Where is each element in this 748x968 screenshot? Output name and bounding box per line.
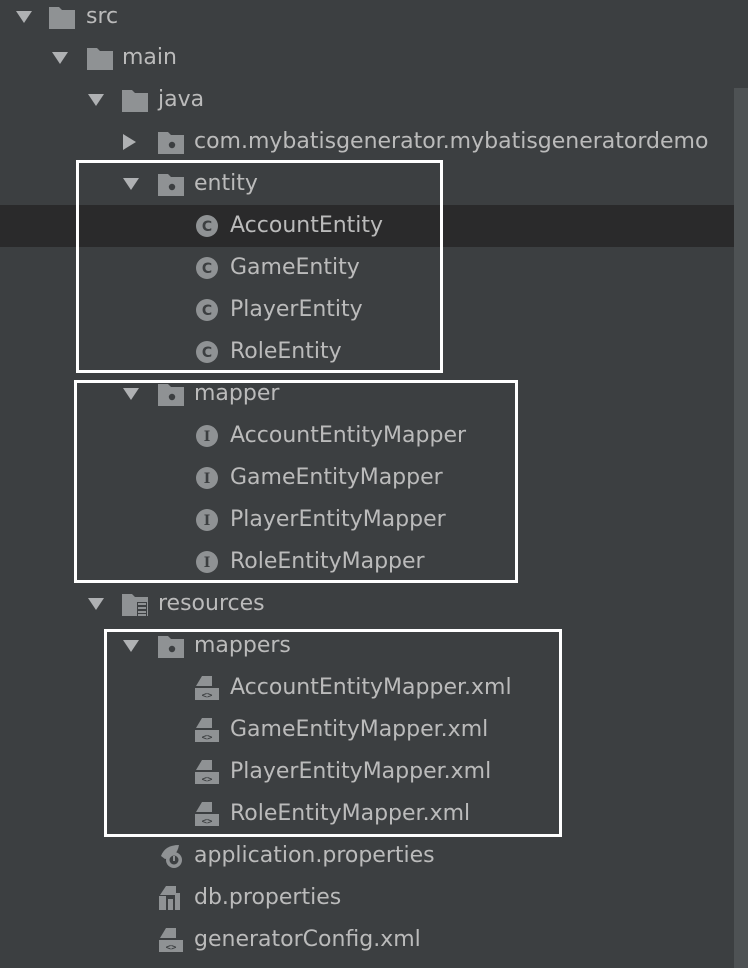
- tree-node-demo-package[interactable]: com.mybatisgenerator.mybatisgeneratordem…: [0, 121, 734, 163]
- tree-node-player-entity-mapper[interactable]: I PlayerEntityMapper: [0, 499, 734, 541]
- expand-arrow-icon[interactable]: [88, 598, 104, 610]
- svg-text:I: I: [204, 555, 211, 571]
- tree-node-player-entity[interactable]: C PlayerEntity: [0, 289, 734, 331]
- expand-arrow-icon[interactable]: [88, 94, 104, 106]
- xml-file-icon: <>: [195, 802, 219, 827]
- tree-node-mappers[interactable]: mappers: [0, 625, 734, 667]
- class-icon: C: [196, 341, 218, 363]
- tree-node-label: com.mybatisgenerator.mybatisgeneratordem…: [194, 129, 709, 154]
- vertical-scrollbar[interactable]: [734, 88, 748, 968]
- svg-text:C: C: [202, 261, 212, 277]
- tree-node-entity[interactable]: entity: [0, 163, 734, 205]
- tree-node-label: AccountEntityMapper.xml: [230, 675, 512, 700]
- tree-node-application-properties[interactable]: application.properties: [0, 835, 734, 877]
- tree-node-label: main: [122, 45, 177, 70]
- tree-node-role-entity-mapper-xml[interactable]: <> RoleEntityMapper.xml: [0, 793, 734, 835]
- tree-node-label: GameEntity: [230, 255, 360, 280]
- tree-node-label: RoleEntityMapper.xml: [230, 801, 471, 826]
- tree-node-label: application.properties: [194, 843, 435, 868]
- tree-node-player-entity-mapper-xml[interactable]: <> PlayerEntityMapper.xml: [0, 751, 734, 793]
- tree-node-src[interactable]: src: [0, 0, 734, 38]
- xml-file-icon: <>: [195, 718, 219, 743]
- properties-file-icon: [159, 886, 180, 910]
- class-icon: C: [196, 299, 218, 321]
- svg-text:C: C: [202, 303, 212, 319]
- package-icon: [158, 132, 184, 154]
- project-tree: src main java com.mybatisgenerator.mybat…: [0, 0, 748, 968]
- xml-file-icon: <>: [195, 676, 219, 701]
- tree-node-label: entity: [194, 171, 258, 196]
- svg-text:<>: <>: [166, 943, 177, 953]
- tree-node-account-entity-mapper[interactable]: I AccountEntityMapper: [0, 415, 734, 457]
- svg-text:I: I: [204, 429, 211, 445]
- interface-icon: I: [196, 467, 218, 489]
- expand-arrow-icon[interactable]: [52, 52, 68, 64]
- tree-node-label: PlayerEntity: [230, 297, 363, 322]
- resources-folder-icon: [122, 594, 148, 616]
- expand-arrow-icon[interactable]: [16, 11, 32, 23]
- tree-node-label: RoleEntity: [230, 339, 342, 364]
- tree-node-label: AccountEntity: [230, 213, 384, 238]
- svg-text:<>: <>: [202, 775, 213, 785]
- source-folder-icon: [122, 90, 148, 112]
- svg-text:<>: <>: [202, 733, 213, 743]
- interface-icon: I: [196, 425, 218, 447]
- tree-node-label: mappers: [194, 633, 291, 658]
- tree-node-game-entity[interactable]: C GameEntity: [0, 247, 734, 289]
- expand-arrow-icon[interactable]: [123, 178, 139, 190]
- expand-arrow-icon[interactable]: [123, 388, 139, 400]
- tree-node-label: PlayerEntityMapper.xml: [230, 759, 492, 784]
- svg-text:<>: <>: [202, 691, 213, 701]
- tree-node-label: RoleEntityMapper: [230, 549, 425, 574]
- tree-node-java[interactable]: java: [0, 79, 734, 121]
- svg-text:I: I: [204, 471, 211, 487]
- tree-node-game-entity-mapper-xml[interactable]: <> GameEntityMapper.xml: [0, 709, 734, 751]
- tree-node-role-entity-mapper[interactable]: I RoleEntityMapper: [0, 541, 734, 583]
- tree-node-account-entity-mapper-xml[interactable]: <> AccountEntityMapper.xml: [0, 667, 734, 709]
- tree-node-game-entity-mapper[interactable]: I GameEntityMapper: [0, 457, 734, 499]
- tree-node-label: GameEntityMapper: [230, 465, 443, 490]
- interface-icon: I: [196, 509, 218, 531]
- folder-icon: [87, 48, 113, 70]
- tree-node-label: GameEntityMapper.xml: [230, 717, 489, 742]
- svg-text:<>: <>: [202, 817, 213, 827]
- tree-node-label: resources: [158, 591, 265, 616]
- tree-node-main[interactable]: main: [0, 37, 734, 79]
- package-icon: [158, 174, 184, 196]
- tree-node-label: generatorConfig.xml: [194, 927, 421, 952]
- class-icon: C: [196, 215, 218, 237]
- svg-text:C: C: [202, 345, 212, 361]
- tree-node-account-entity[interactable]: C AccountEntity: [0, 205, 734, 247]
- spring-properties-icon: [161, 845, 182, 868]
- tree-node-mapper[interactable]: mapper: [0, 373, 734, 415]
- package-icon: [158, 384, 184, 406]
- svg-text:C: C: [202, 219, 212, 235]
- tree-node-resources[interactable]: resources: [0, 583, 734, 625]
- interface-icon: I: [196, 551, 218, 573]
- collapse-arrow-icon[interactable]: [123, 134, 136, 150]
- tree-node-label: src: [86, 4, 119, 29]
- tree-node-label: db.properties: [194, 885, 342, 910]
- folder-icon: [49, 7, 75, 29]
- class-icon: C: [196, 257, 218, 279]
- tree-node-generator-config-xml[interactable]: <> generatorConfig.xml: [0, 919, 734, 961]
- xml-file-icon: <>: [159, 928, 183, 953]
- tree-node-db-properties[interactable]: db.properties: [0, 877, 734, 919]
- tree-node-label: PlayerEntityMapper: [230, 507, 446, 532]
- package-icon: [158, 636, 184, 658]
- tree-node-role-entity[interactable]: C RoleEntity: [0, 331, 734, 373]
- tree-node-label: java: [158, 87, 205, 112]
- tree-node-label: AccountEntityMapper: [230, 423, 467, 448]
- tree-node-label: mapper: [194, 381, 280, 406]
- svg-text:I: I: [204, 513, 211, 529]
- expand-arrow-icon[interactable]: [123, 640, 139, 652]
- xml-file-icon: <>: [195, 760, 219, 785]
